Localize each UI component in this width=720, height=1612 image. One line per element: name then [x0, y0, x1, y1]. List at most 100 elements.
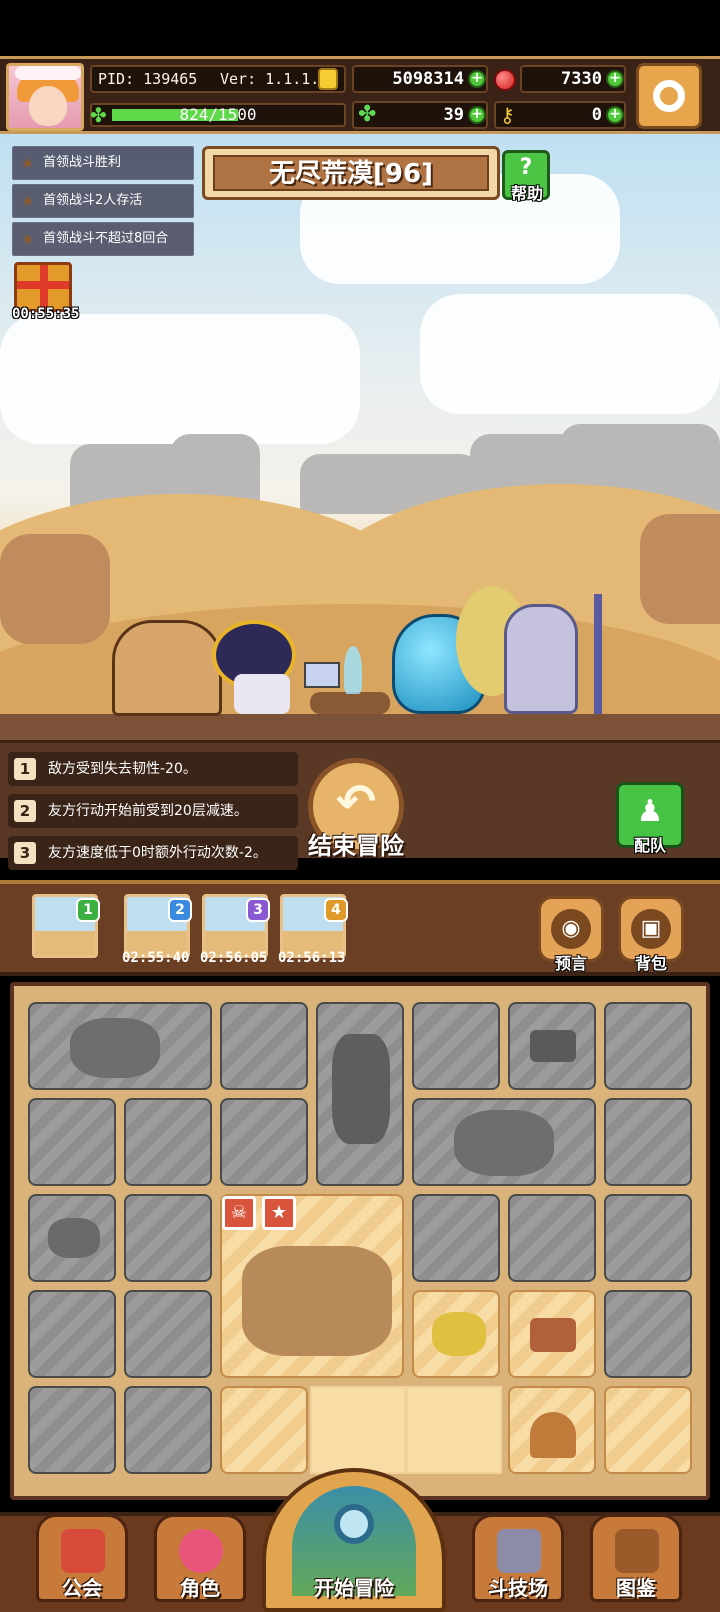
- map-tile[interactable]: [508, 1002, 596, 1090]
- map-tile[interactable]: [28, 1194, 116, 1282]
- return-arrow-icon: ↶: [335, 774, 377, 830]
- map-tile[interactable]: [220, 1386, 308, 1474]
- map-badge: 2: [168, 898, 192, 922]
- map-tile[interactable]: [604, 1386, 692, 1474]
- clover-amount: 39: [443, 105, 464, 125]
- map-tile[interactable]: [124, 1290, 212, 1378]
- cooking-pot-icon: [530, 1412, 576, 1458]
- rabbit-knight-character: [504, 604, 578, 714]
- map-tile[interactable]: [604, 1194, 692, 1282]
- gold-amount: 5098314: [392, 69, 464, 89]
- avatar-hat: [15, 66, 81, 80]
- dark-pillar-art: [332, 1034, 390, 1144]
- map-tile[interactable]: [124, 1386, 212, 1474]
- magnifier-icon: [334, 1504, 374, 1544]
- boss-skull-badge-icon: ☠: [222, 1196, 256, 1230]
- treasure-chest-icon: [530, 1318, 576, 1352]
- quest-item[interactable]: ★ 首领战斗胜利: [12, 146, 194, 180]
- nav-codex-label: 图鉴: [616, 1576, 656, 1600]
- top-hud: PID: 139465 Ver: 1.1.1.0 5098314 + 7330 …: [0, 56, 720, 134]
- modifier-item: 1 敌方受到失去韧性-20。: [8, 752, 298, 786]
- map-badge: 4: [324, 898, 348, 922]
- end-adventure-label: 结束冒险: [308, 832, 404, 860]
- nav-guild-label: 公会: [62, 1576, 102, 1600]
- team-icon: ♟: [636, 794, 664, 829]
- map-tile[interactable]: [28, 1002, 212, 1090]
- map-badge: 3: [246, 898, 270, 922]
- modifier-text: 友方速度低于0时额外行动次数-2。: [48, 845, 267, 861]
- modifier-number: 1: [14, 758, 36, 780]
- backpack-icon: ▣: [631, 909, 671, 949]
- add-gems-plus-icon[interactable]: +: [606, 70, 624, 88]
- map-tile[interactable]: [124, 1098, 212, 1186]
- clover-row: ✤ 39 +: [352, 101, 488, 129]
- settings-button[interactable]: [636, 63, 702, 129]
- modifier-text: 敌方受到失去韧性-20。: [48, 761, 197, 777]
- key-amount: 0: [591, 105, 602, 125]
- star-icon: ★: [21, 230, 35, 248]
- map-tile[interactable]: [604, 1002, 692, 1090]
- map-tile[interactable]: [28, 1290, 116, 1378]
- map-timer: 02:56:13: [278, 950, 346, 966]
- witch-body: [234, 674, 290, 714]
- map-tile[interactable]: [508, 1386, 596, 1474]
- player-id: PID: 139465: [98, 70, 198, 88]
- help-label: 帮助: [510, 184, 543, 203]
- map-tile[interactable]: [508, 1290, 596, 1378]
- map-tile[interactable]: [406, 1386, 502, 1474]
- spellbook-icon: [304, 662, 340, 688]
- gold-coin-icon: [318, 68, 338, 90]
- map-tile[interactable]: [316, 1002, 404, 1186]
- map-tile[interactable]: [412, 1002, 500, 1090]
- map-tile[interactable]: [412, 1194, 500, 1282]
- map-tile[interactable]: [124, 1194, 212, 1282]
- map-tile[interactable]: [220, 1002, 308, 1090]
- quest-label: 首领战斗2人存活: [43, 193, 143, 208]
- modifier-item: 2 友方行动开始前受到20层减速。: [8, 794, 298, 828]
- gift-box-button[interactable]: [14, 262, 72, 312]
- blue-flame-icon: [344, 646, 362, 694]
- turtle-rock-art: [70, 1018, 160, 1078]
- team-setup-label: 配队: [633, 836, 666, 855]
- map-tile[interactable]: [412, 1290, 500, 1378]
- map-tile[interactable]: [508, 1194, 596, 1282]
- gear-icon: [653, 80, 685, 112]
- ground-strip: [0, 714, 720, 740]
- gem-icon: [494, 69, 516, 91]
- nav-character-label: 角色: [180, 1576, 220, 1600]
- map-tile[interactable]: [604, 1290, 692, 1378]
- nav-arena-label: 斗技场: [488, 1576, 548, 1600]
- star-icon: ★: [21, 192, 35, 210]
- map-tile[interactable]: [28, 1386, 116, 1474]
- book-icon: [615, 1529, 659, 1573]
- game-version: Ver: 1.1.1.0: [220, 70, 329, 88]
- add-clover-plus-icon[interactable]: +: [468, 106, 486, 124]
- stage-title: 无尽荒漠[96]: [269, 159, 433, 189]
- add-gold-plus-icon[interactable]: +: [468, 70, 486, 88]
- desert-rock: [0, 534, 110, 644]
- map-tile[interactable]: [310, 1386, 406, 1474]
- tent-character: [112, 620, 222, 716]
- quest-item[interactable]: ★ 首领战斗不超过8回合: [12, 222, 194, 256]
- quest-item[interactable]: ★ 首领战斗2人存活: [12, 184, 194, 218]
- bag-label: 背包: [634, 954, 667, 973]
- treasure-chest-icon: [530, 1030, 576, 1062]
- quest-label: 首领战斗不超过8回合: [43, 231, 169, 246]
- clover-icon: ✤: [358, 102, 377, 127]
- map-tile[interactable]: [28, 1098, 116, 1186]
- gold-row: 5098314 +: [352, 65, 488, 93]
- add-keys-plus-icon[interactable]: +: [606, 106, 624, 124]
- stage-banner-inner: 无尽荒漠[96]: [213, 155, 489, 191]
- player-avatar[interactable]: [6, 63, 84, 131]
- stage-banner: 无尽荒漠[96]: [202, 146, 500, 200]
- avatar-face: [29, 86, 67, 126]
- map-tile[interactable]: [604, 1098, 692, 1186]
- gem-row: 7330 +: [520, 65, 626, 93]
- map-timer: 02:55:40: [122, 950, 190, 966]
- cloud: [420, 294, 720, 414]
- gift-ribbon: [17, 281, 69, 289]
- boss-star-badge-icon: ★: [262, 1196, 296, 1230]
- map-tile[interactable]: [412, 1098, 596, 1186]
- map-tile[interactable]: [220, 1098, 308, 1186]
- experience-bar: ✤ 824/1500: [90, 103, 346, 127]
